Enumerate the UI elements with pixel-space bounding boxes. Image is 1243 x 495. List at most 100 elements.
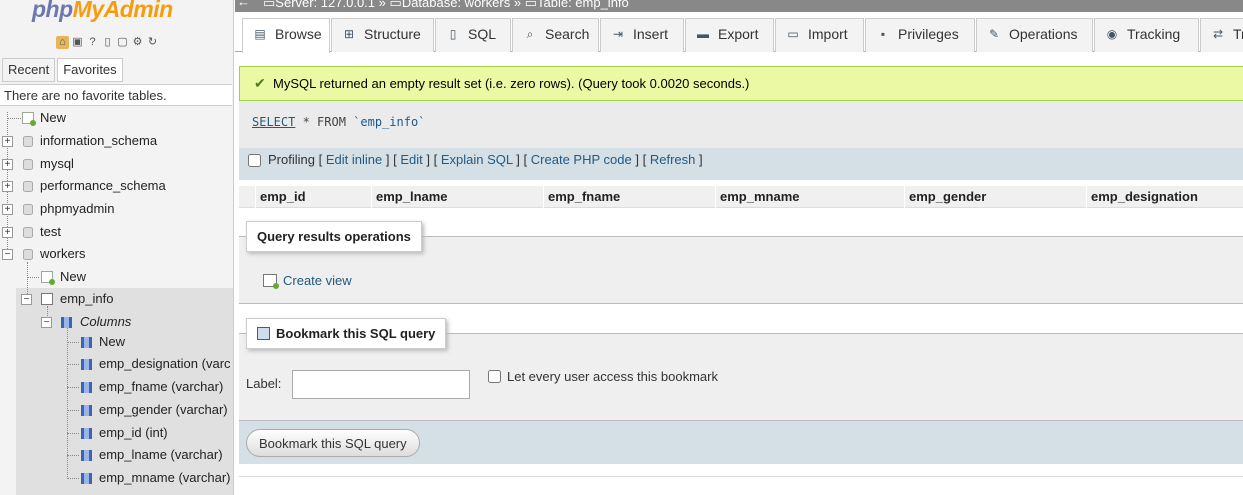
privileges-icon: ▪ — [880, 27, 886, 41]
phpmyadmin-logo[interactable]: phpMyAdmin — [32, 0, 173, 23]
column-header-emp-mname[interactable]: emp_mname — [715, 186, 904, 208]
columns-icon — [61, 317, 72, 328]
column-icon — [81, 405, 92, 416]
tree-item-database[interactable]: + phpmyadmin — [0, 199, 230, 219]
tab-recent[interactable]: Recent — [2, 58, 56, 82]
bookmark-label-input[interactable] — [292, 370, 470, 399]
triggers-icon: ⇄ — [1212, 27, 1224, 41]
collapse-nav-icon[interactable]: ← — [237, 0, 250, 8]
query-options-bar: Profiling [ Edit inline ] [ Edit ] [ Exp… — [239, 148, 1243, 180]
breadcrumb: ← ▭Server: 127.0.0.1 » ▭Database: worker… — [235, 0, 1243, 12]
explain-sql-link[interactable]: Explain SQL — [441, 152, 513, 167]
every-user-bookmark-option[interactable]: Let every user access this bookmark — [488, 369, 718, 384]
database-icon — [23, 159, 33, 170]
browse-icon: ▤ — [254, 27, 266, 41]
edit-inline-link[interactable]: Edit inline — [326, 152, 382, 167]
tree-item-column[interactable]: emp_gender (varchar) — [0, 400, 230, 420]
collapse-icon[interactable]: − — [41, 317, 52, 328]
tab-sql[interactable]: ▯ SQL — [435, 18, 511, 52]
expand-icon[interactable]: + — [2, 159, 13, 170]
breadcrumb-table[interactable]: Table: emp_info — [537, 0, 629, 10]
bookmark-footer: Bookmark this SQL query — [239, 420, 1243, 464]
database-icon — [23, 227, 33, 238]
column-header-emp-gender[interactable]: emp_gender — [904, 186, 1086, 208]
sql-icon: ▯ — [449, 27, 457, 41]
tree-item-new-table[interactable]: New — [0, 267, 230, 287]
create-php-code-link[interactable]: Create PHP code — [531, 152, 632, 167]
tab-import[interactable]: ▭ Import — [775, 18, 864, 52]
tree-item-column[interactable]: emp_mname (varchar) — [0, 468, 231, 488]
tab-search[interactable]: ⌕ Search — [512, 18, 599, 52]
tree-item-column[interactable]: emp_fname (varchar) — [0, 377, 230, 397]
collapse-icon[interactable]: − — [21, 294, 32, 305]
tab-triggers[interactable]: ⇄Tr — [1200, 18, 1243, 52]
profiling-checkbox[interactable] — [248, 154, 261, 168]
sql-query[interactable]: SELECT * FROM `emp_info` — [252, 115, 425, 129]
database-icon — [23, 204, 33, 215]
column-icon — [81, 359, 92, 370]
tab-tracking[interactable]: ◉ Tracking — [1094, 18, 1199, 52]
tree-item-column[interactable]: emp_id (int) — [0, 423, 230, 443]
expand-icon[interactable]: + — [2, 227, 13, 238]
bookmark-query-button[interactable]: Bookmark this SQL query — [246, 429, 420, 457]
create-view-icon — [263, 274, 279, 289]
results-table-header: emp_id emp_lname emp_fname emp_mname emp… — [239, 186, 1243, 208]
column-icon — [81, 428, 92, 439]
tree-item-new-database[interactable]: New — [0, 108, 230, 128]
tree-item-database[interactable]: + information_schema — [0, 131, 230, 151]
tree-item-database[interactable]: + performance_schema — [0, 176, 230, 196]
expand-icon[interactable]: + — [2, 204, 13, 215]
column-header-emp-designation[interactable]: emp_designation — [1086, 186, 1243, 208]
tab-insert[interactable]: ⇥ Insert — [600, 18, 684, 52]
column-header-emp-lname[interactable]: emp_lname — [371, 186, 543, 208]
tracking-icon: ◉ — [1106, 27, 1118, 41]
tree-item-column[interactable]: emp_lname (varchar) — [0, 445, 230, 465]
column-header-emp-id[interactable]: emp_id — [255, 186, 371, 208]
tab-browse[interactable]: ▤ Browse — [242, 18, 330, 53]
create-view-link[interactable]: Create view — [263, 273, 352, 289]
nav-tabs: Recent Favorites — [2, 58, 123, 82]
logout-icon[interactable]: ▣ — [71, 36, 84, 49]
settings-gear-icon[interactable]: ⚙ — [131, 36, 144, 49]
tab-privileges[interactable]: ▪ Privileges — [865, 18, 975, 52]
tree-item-database-workers[interactable]: − workers — [0, 244, 230, 264]
database-icon — [23, 249, 33, 260]
column-header-emp-fname[interactable]: emp_fname — [543, 186, 715, 208]
docs-icon[interactable]: ▯ — [101, 36, 114, 49]
collapse-icon[interactable]: − — [2, 249, 13, 260]
tab-structure[interactable]: ⊞ Structure — [331, 18, 434, 52]
tree-item-database[interactable]: + mysql — [0, 154, 230, 174]
tree-item-column[interactable]: emp_designation (varc — [0, 354, 230, 374]
success-message: ✔ MySQL returned an empty result set (i.… — [239, 66, 1243, 101]
tab-favorites[interactable]: Favorites — [57, 58, 123, 82]
breadcrumb-database[interactable]: Database: workers — [402, 0, 510, 10]
refresh-link[interactable]: Refresh — [650, 152, 696, 167]
column-icon — [81, 473, 92, 484]
bookmark-label-text: Label: — [246, 376, 282, 391]
every-user-checkbox[interactable] — [488, 370, 501, 383]
breadcrumb-server[interactable]: Server: 127.0.0.1 — [275, 0, 375, 10]
tree-item-columns[interactable]: − Columns — [0, 312, 230, 332]
tab-export[interactable]: ▬ Export — [685, 18, 774, 52]
tree-item-new-column[interactable]: New — [0, 332, 230, 352]
bookmark-legend: Bookmark this SQL query — [246, 318, 447, 349]
expand-icon[interactable]: + — [2, 136, 13, 147]
sql-docs-icon[interactable]: ▢ — [116, 36, 129, 49]
sql-query-box: SELECT * FROM `emp_info` — [239, 101, 1243, 148]
insert-icon: ⇥ — [612, 27, 624, 41]
tree-item-database[interactable]: + test — [0, 222, 230, 242]
tab-operations[interactable]: ✎ Operations — [976, 18, 1093, 52]
server-icon: ▭ — [263, 0, 276, 10]
edit-link[interactable]: Edit — [400, 152, 422, 167]
checkmark-icon: ✔ — [254, 75, 266, 91]
help-icon[interactable]: ? — [86, 36, 99, 49]
new-table-icon — [41, 271, 55, 285]
reload-icon[interactable]: ↻ — [146, 36, 159, 49]
navigation-panel: phpMyAdmin ⌂ ▣ ? ▯ ▢ ⚙ ↻ Recent Favorite… — [0, 0, 234, 495]
new-column-icon — [81, 337, 92, 348]
home-icon[interactable]: ⌂ — [56, 36, 69, 49]
tree-item-table-emp-info[interactable]: − emp_info — [0, 289, 230, 309]
structure-icon: ⊞ — [343, 27, 355, 41]
operations-icon: ✎ — [988, 27, 1000, 41]
expand-icon[interactable]: + — [2, 181, 13, 192]
